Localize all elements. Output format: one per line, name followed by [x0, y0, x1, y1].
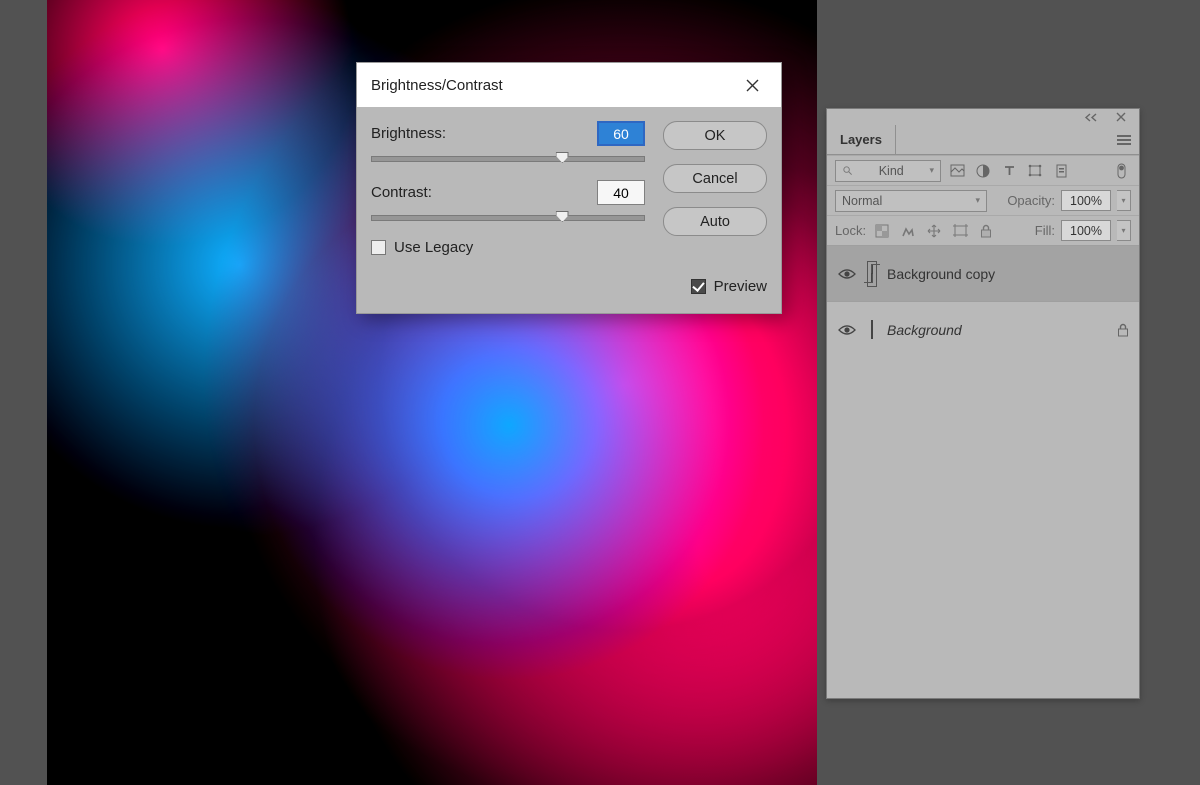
- layer-thumbnail[interactable]: [867, 317, 877, 343]
- lock-image-icon[interactable]: [898, 221, 918, 241]
- fill-chevron-icon[interactable]: ▾: [1117, 220, 1131, 241]
- blend-mode-value: Normal: [842, 194, 882, 208]
- lock-icon[interactable]: [1117, 323, 1129, 337]
- brightness-label: Brightness:: [371, 125, 446, 142]
- contrast-group: Contrast:: [371, 180, 645, 221]
- visibility-toggle-icon[interactable]: [837, 324, 857, 336]
- close-panel-icon[interactable]: [1111, 107, 1131, 127]
- filter-type-icon[interactable]: [999, 161, 1019, 181]
- layer-row[interactable]: Background copy: [827, 245, 1139, 301]
- layer-row[interactable]: Background: [827, 301, 1139, 357]
- ok-button[interactable]: OK: [663, 121, 767, 150]
- contrast-label: Contrast:: [371, 184, 432, 201]
- kind-filter-combo[interactable]: Kind ▾: [835, 160, 941, 182]
- use-legacy-checkbox[interactable]: [371, 240, 386, 255]
- auto-button[interactable]: Auto: [663, 207, 767, 236]
- brightness-group: Brightness:: [371, 121, 645, 162]
- kind-filter-label: Kind: [879, 164, 904, 178]
- lock-position-icon[interactable]: [924, 221, 944, 241]
- close-icon[interactable]: [737, 70, 767, 100]
- brightness-contrast-dialog: Brightness/Contrast Brightness: Contrast…: [356, 62, 782, 314]
- layer-thumbnail[interactable]: [867, 261, 877, 287]
- dialog-titlebar[interactable]: Brightness/Contrast: [357, 63, 781, 107]
- lock-transparency-icon[interactable]: [872, 221, 892, 241]
- brightness-input[interactable]: [597, 121, 645, 146]
- filter-shape-icon[interactable]: [1025, 161, 1045, 181]
- cancel-button[interactable]: Cancel: [663, 164, 767, 193]
- search-icon: [842, 165, 853, 176]
- layers-list: Background copy Background: [827, 245, 1139, 698]
- lock-label: Lock:: [835, 223, 866, 238]
- lock-all-icon[interactable]: [976, 221, 996, 241]
- fill-input[interactable]: 100%: [1061, 220, 1111, 241]
- collapse-panel-icon[interactable]: [1081, 107, 1101, 127]
- layers-panel: Layers Kind ▾ Normal: [826, 108, 1140, 699]
- visibility-toggle-icon[interactable]: [837, 268, 857, 280]
- filter-pixel-icon[interactable]: [947, 161, 967, 181]
- layer-name[interactable]: Background copy: [887, 266, 995, 282]
- opacity-chevron-icon[interactable]: ▾: [1117, 190, 1131, 211]
- dialog-title: Brightness/Contrast: [371, 77, 503, 94]
- preview-checkbox[interactable]: [691, 279, 706, 294]
- opacity-label: Opacity:: [1007, 193, 1055, 208]
- brightness-slider[interactable]: [371, 156, 645, 162]
- brightness-slider-knob[interactable]: [556, 152, 569, 163]
- filter-smart-icon[interactable]: [1051, 161, 1071, 181]
- blend-mode-combo[interactable]: Normal ▾: [835, 190, 987, 212]
- opacity-input[interactable]: 100%: [1061, 190, 1111, 211]
- filter-adjustment-icon[interactable]: [973, 161, 993, 181]
- preview-row[interactable]: Preview: [663, 278, 767, 295]
- panel-menu-icon[interactable]: [1109, 125, 1139, 154]
- preview-label: Preview: [714, 278, 767, 295]
- filter-toggle-icon[interactable]: [1111, 161, 1131, 181]
- use-legacy-row[interactable]: Use Legacy: [371, 239, 645, 256]
- contrast-input[interactable]: [597, 180, 645, 205]
- tab-layers[interactable]: Layers: [827, 125, 896, 154]
- fill-label: Fill:: [1035, 223, 1055, 238]
- lock-artboard-icon[interactable]: [950, 221, 970, 241]
- contrast-slider-knob[interactable]: [556, 211, 569, 222]
- use-legacy-label: Use Legacy: [394, 239, 473, 256]
- layer-name[interactable]: Background: [887, 322, 962, 338]
- contrast-slider[interactable]: [371, 215, 645, 221]
